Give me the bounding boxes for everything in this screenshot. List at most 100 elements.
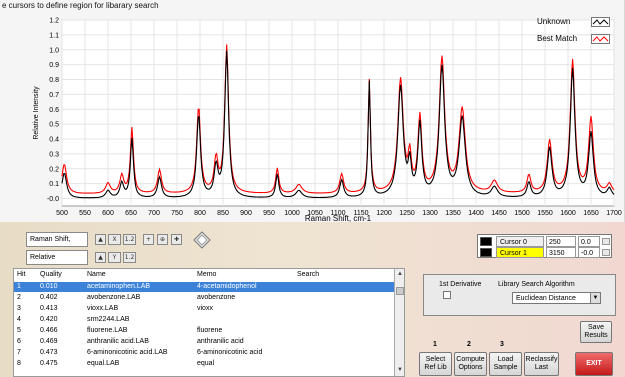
row-hit: 6 (17, 338, 21, 345)
x-tick-label: 1300 (422, 210, 438, 217)
load-sample-button[interactable]: Load Sample (489, 352, 522, 376)
x-axis-label: Raman Shift, cm-1 (305, 214, 372, 222)
x-tick-label: 850 (217, 210, 229, 217)
table-row[interactable]: 7 0.473 6-aminonicotinic acid.LAB 6-amin… (14, 348, 394, 358)
x-tick-label: 1250 (399, 210, 415, 217)
row-hit: 2 (17, 294, 21, 301)
scroll-thumb[interactable] (396, 287, 404, 295)
algorithm-select-value: Euclidean Distance (516, 295, 576, 302)
step-3-number: 3 (500, 341, 504, 348)
results-table: Hit Quality Name Memo Search 1 0.010 ace… (13, 268, 405, 377)
exit-button[interactable]: EXIT (575, 352, 613, 376)
select-ref-lib-button[interactable]: Select Ref Lib (419, 352, 452, 376)
cursor-1-y[interactable]: -0.0 (578, 247, 600, 258)
header-memo: Memo (197, 271, 217, 278)
x-format-icon[interactable]: 1.2 (123, 234, 136, 245)
y-lock-icon[interactable]: ▲ (95, 252, 106, 263)
legend-best-label: Best Match (537, 34, 578, 43)
reclassify-last-button[interactable]: Reclassify Last (524, 352, 559, 376)
row-memo: vioxx (197, 305, 213, 312)
table-row[interactable]: 3 0.413 vioxx.LAB vioxx (14, 304, 394, 314)
row-quality: 0.469 (40, 338, 58, 345)
cursor-row[interactable]: Cursor 0 250 0.0 (478, 236, 613, 247)
x-tick-label: 650 (125, 210, 137, 217)
row-quality: 0.413 (40, 305, 58, 312)
pan-icon[interactable]: ⊕ (157, 234, 168, 245)
row-memo: avobenzone (197, 294, 236, 301)
algorithm-select[interactable]: Euclidean Distance ▼ (512, 292, 601, 304)
x-tick-label: 1600 (560, 210, 576, 217)
table-row[interactable]: 8 0.475 equal.LAB equal (14, 359, 394, 369)
table-row[interactable]: 4 0.420 srm2244.LAB (14, 315, 394, 325)
chevron-down-icon[interactable]: ▼ (590, 293, 600, 303)
y-tick-label: 1.0 (49, 47, 59, 54)
cursor-1-x[interactable]: 3150 (546, 247, 576, 258)
y-tick-label: 0.8 (49, 77, 59, 84)
y-tick-label: -0.0 (47, 196, 59, 203)
derivative-checkbox[interactable] (443, 291, 451, 299)
row-name: fluorene.LAB (87, 327, 128, 334)
x-tick-label: 550 (79, 210, 91, 217)
table-row[interactable]: 6 0.469 anthranilic acid.LAB anthranilic… (14, 337, 394, 347)
row-memo: anthranilic acid (197, 338, 244, 345)
x-scale-format[interactable]: Raman Shift, (26, 232, 88, 247)
x-autoscale-icon[interactable]: X (108, 234, 121, 245)
cursor-row[interactable]: Cursor 1 3150 -0.0 (478, 247, 613, 258)
row-name: anthranilic acid.LAB (87, 338, 149, 345)
x-lock-icon[interactable]: ▲ (95, 234, 106, 245)
row-hit: 7 (17, 349, 21, 356)
spectrum-chart[interactable]: -0.0 0.1 0.2 0.3 0.4 0.5 0.6 0.7 0.8 0.9 1.0 1.1 1.2… (0, 0, 625, 223)
y-tick-label: 0.1 (49, 181, 59, 188)
y-tick-label: 0.5 (49, 122, 59, 129)
legend-unknown-label: Unknown (537, 17, 571, 26)
y-scale-format[interactable]: Relative (26, 250, 88, 265)
scroll-up-icon[interactable]: ▲ (396, 270, 404, 278)
zoom-icon[interactable]: + (143, 234, 154, 245)
row-hit: 1 (17, 283, 21, 290)
cursor-tool-icon[interactable]: ✚ (171, 234, 182, 245)
table-row[interactable]: 2 0.402 avobenzone.LAB avobenzone (14, 293, 394, 303)
y-tick-label: 0.7 (49, 92, 59, 99)
y-tick-label: 0.2 (49, 166, 59, 173)
cursor-0-x[interactable]: 250 (546, 236, 576, 247)
x-tick-label: 950 (263, 210, 275, 217)
y-tick-label: 1.2 (49, 18, 59, 25)
x-tick-label: 1500 (514, 210, 530, 217)
step-2-number: 2 (467, 341, 471, 348)
x-tick-label: 600 (102, 210, 114, 217)
cursor-0-slider[interactable] (602, 238, 610, 245)
row-hit: 3 (17, 305, 21, 312)
row-name: vioxx.LAB (87, 305, 119, 312)
cursor-0-y[interactable]: 0.0 (578, 236, 600, 247)
y-autoscale-icon[interactable]: Y (108, 252, 121, 263)
table-header: Hit Quality Name Memo Search (14, 270, 394, 280)
cursor-move-icon[interactable] (193, 231, 211, 249)
x-tick-label: 900 (240, 210, 252, 217)
row-memo: equal (197, 360, 215, 367)
header-quality: Quality (40, 271, 62, 278)
table-row[interactable]: 1 0.010 acetaminophen.LAB 4-acetamidophe… (14, 282, 394, 292)
x-tick-label: 1450 (491, 210, 507, 217)
scroll-down-icon[interactable]: ▼ (396, 366, 404, 374)
y-tick-label: 0.4 (49, 137, 59, 144)
table-row[interactable]: 5 0.466 fluorene.LAB fluorene (14, 326, 394, 336)
compute-options-button[interactable]: Compute Options (454, 352, 487, 376)
row-memo: fluorene (197, 327, 223, 334)
row-hit: 5 (17, 327, 21, 334)
cursor-1-swatch (480, 248, 492, 257)
row-quality: 0.010 (40, 283, 58, 290)
row-name: acetaminophen.LAB (87, 283, 151, 290)
cursor-legend: Cursor 0 250 0.0 Cursor 1 3150 -0.0 (477, 234, 612, 258)
cursor-1-slider[interactable] (602, 249, 610, 256)
table-scrollbar[interactable]: ▲ ▼ (394, 269, 404, 376)
save-results-button[interactable]: Save Results (580, 321, 612, 343)
row-name: srm2244.LAB (87, 316, 130, 323)
spectrum-chart-panel: -0.0 0.1 0.2 0.3 0.4 0.5 0.6 0.7 0.8 0.9 1.0 1.1 1.2… (0, 0, 625, 222)
search-options-panel: 1st Derivative Library Search Algorithm … (423, 274, 616, 316)
cursor-0-name[interactable]: Cursor 0 (496, 236, 544, 247)
cursor-1-name[interactable]: Cursor 1 (496, 247, 544, 258)
row-memo: 4-acetamidophenol (197, 283, 257, 290)
row-quality: 0.402 (40, 294, 58, 301)
instruction-text: e cursors to define region for libarary … (2, 1, 159, 10)
y-format-icon[interactable]: 1.2 (123, 252, 136, 263)
